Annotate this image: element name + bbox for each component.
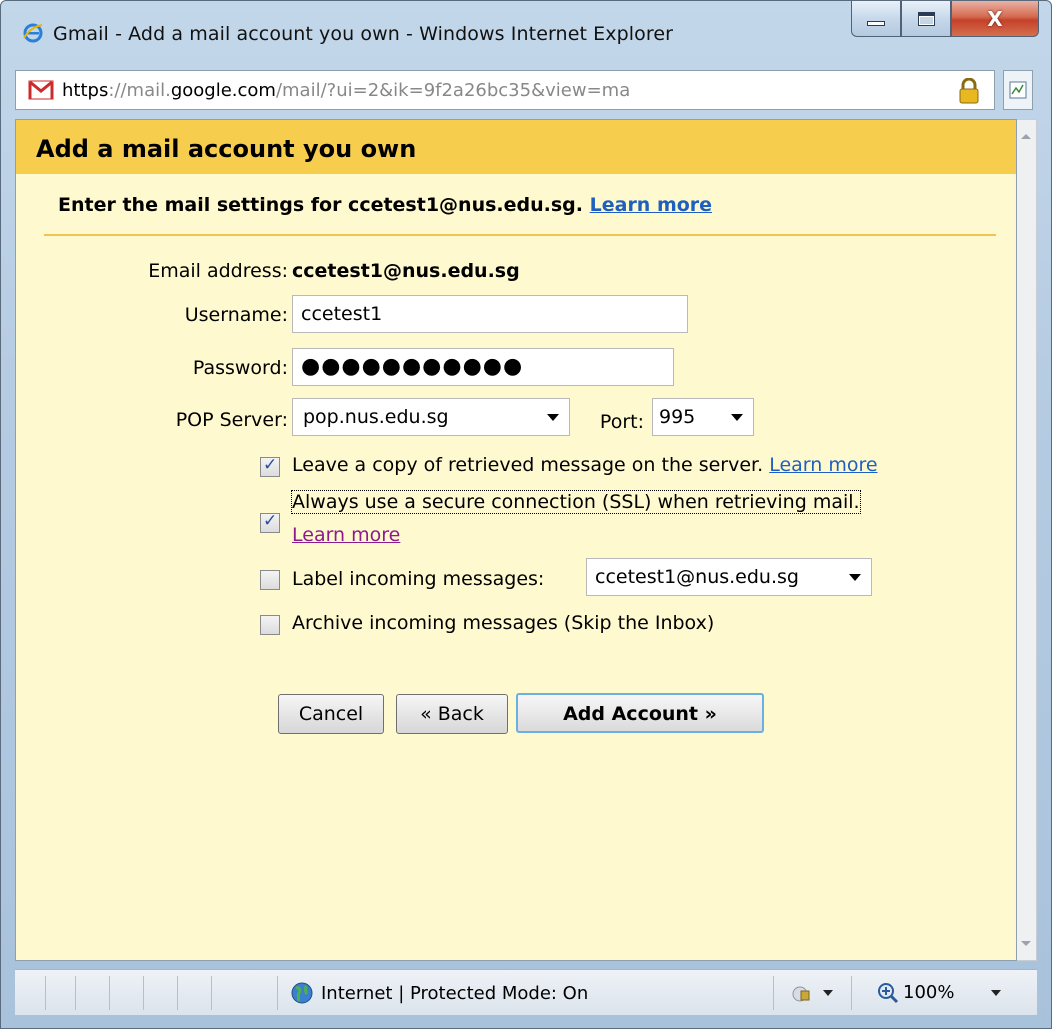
compatibility-view-icon — [1009, 81, 1027, 99]
ssl-label[interactable]: Always use a secure connection (SSL) whe… — [291, 490, 861, 514]
minimize-icon — [867, 21, 885, 26]
status-divider — [211, 976, 212, 1010]
status-bar: Internet | Protected Mode: On 100% — [15, 969, 1037, 1015]
email-address-value: ccetest1@nus.edu.sg — [292, 260, 520, 282]
url-scheme: https — [62, 79, 109, 101]
internet-explorer-icon — [23, 23, 43, 43]
cancel-button[interactable]: Cancel — [278, 694, 384, 734]
add-account-button[interactable]: Add Account » — [516, 693, 764, 733]
browser-window: Gmail - Add a mail account you own - Win… — [0, 0, 1052, 1029]
port-select[interactable]: 995 — [652, 398, 754, 436]
page-header: Add a mail account you own — [16, 120, 1016, 174]
learn-more-link-header[interactable]: Learn more — [590, 194, 712, 216]
leave-copy-checkbox[interactable] — [260, 455, 280, 477]
url-field[interactable]: https://mail.google.com/mail/?ui=2&ik=9f… — [15, 70, 995, 110]
address-bar: https://mail.google.com/mail/?ui=2&ik=9f… — [15, 67, 1037, 113]
status-divider — [773, 976, 774, 1010]
divider — [44, 234, 996, 236]
url-domain: google.com — [170, 79, 276, 101]
pop-server-select[interactable]: pop.nus.edu.sg — [292, 398, 570, 436]
back-button[interactable]: « Back — [396, 694, 508, 734]
gmail-favicon-icon — [28, 80, 54, 100]
compatibility-view-button[interactable] — [1003, 70, 1033, 110]
url-path: /mail/?ui=2&ik=9f2a26bc35&view=ma — [275, 79, 631, 101]
chevron-down-icon[interactable] — [823, 990, 833, 996]
url-text: https://mail.google.com/mail/?ui=2&ik=9f… — [62, 80, 630, 101]
close-icon: X — [987, 6, 1003, 31]
status-divider — [143, 976, 144, 1010]
window-title: Gmail - Add a mail account you own - Win… — [53, 23, 674, 45]
url-separator: :// — [108, 79, 127, 101]
label-select[interactable]: ccetest1@nus.edu.sg — [586, 558, 872, 596]
settings-instruction-text: Enter the mail settings for ccetest1@nus… — [58, 194, 583, 216]
security-zone-text[interactable]: Internet | Protected Mode: On — [321, 983, 588, 1004]
leave-copy-option: Leave a copy of retrieved message on the… — [292, 454, 878, 476]
close-button[interactable]: X — [951, 1, 1039, 37]
zoom-level[interactable]: 100% — [903, 982, 954, 1003]
port-value: 995 — [659, 406, 696, 428]
pop-server-label: POP Server: — [175, 409, 288, 431]
lock-icon[interactable] — [958, 78, 980, 104]
status-divider — [45, 976, 46, 1010]
password-label: Password: — [192, 357, 288, 379]
pop-server-value: pop.nus.edu.sg — [303, 406, 449, 428]
zoom-icon[interactable] — [877, 982, 899, 1004]
chevron-down-icon — [547, 414, 559, 421]
label-incoming-checkbox[interactable] — [260, 570, 280, 590]
learn-more-link-leave-copy[interactable]: Learn more — [769, 454, 877, 476]
archive-label: Archive incoming messages (Skip the Inbo… — [292, 612, 715, 634]
vertical-scrollbar[interactable] — [1017, 119, 1037, 961]
globe-icon — [291, 982, 313, 1004]
email-address-label: Email address: — [148, 260, 288, 282]
page-content: Add a mail account you own Enter the mai… — [15, 119, 1017, 961]
label-select-value: ccetest1@nus.edu.sg — [595, 566, 799, 588]
title-bar[interactable]: Gmail - Add a mail account you own - Win… — [1, 1, 1051, 61]
settings-instruction: Enter the mail settings for ccetest1@nus… — [58, 194, 712, 216]
leave-copy-label: Leave a copy of retrieved message on the… — [292, 454, 764, 476]
maximize-button[interactable] — [901, 1, 951, 37]
protected-mode-icon[interactable] — [791, 982, 811, 1004]
window-controls: X — [851, 1, 1039, 39]
password-input[interactable]: ●●●●●●●●●●● — [292, 348, 674, 386]
username-label: Username: — [184, 304, 288, 326]
chevron-down-icon — [731, 414, 743, 421]
status-divider — [277, 976, 278, 1010]
label-incoming-label: Label incoming messages: — [292, 568, 545, 590]
ssl-checkbox[interactable] — [260, 511, 280, 533]
learn-more-link-ssl[interactable]: Learn more — [292, 524, 400, 546]
scroll-down-icon[interactable] — [1021, 941, 1031, 946]
minimize-button[interactable] — [851, 1, 901, 37]
username-input[interactable]: ccetest1 — [292, 295, 688, 333]
port-label: Port: — [599, 411, 644, 433]
chevron-down-icon — [849, 574, 861, 581]
status-divider — [109, 976, 110, 1010]
maximize-icon — [917, 11, 935, 26]
status-divider — [75, 976, 76, 1010]
chevron-down-icon[interactable] — [991, 990, 1001, 996]
status-divider — [177, 976, 178, 1010]
url-subdomain: mail. — [126, 79, 171, 101]
scroll-up-icon[interactable] — [1021, 134, 1031, 139]
status-divider — [851, 976, 852, 1010]
page-title: Add a mail account you own — [36, 135, 417, 163]
archive-checkbox[interactable] — [260, 615, 280, 635]
